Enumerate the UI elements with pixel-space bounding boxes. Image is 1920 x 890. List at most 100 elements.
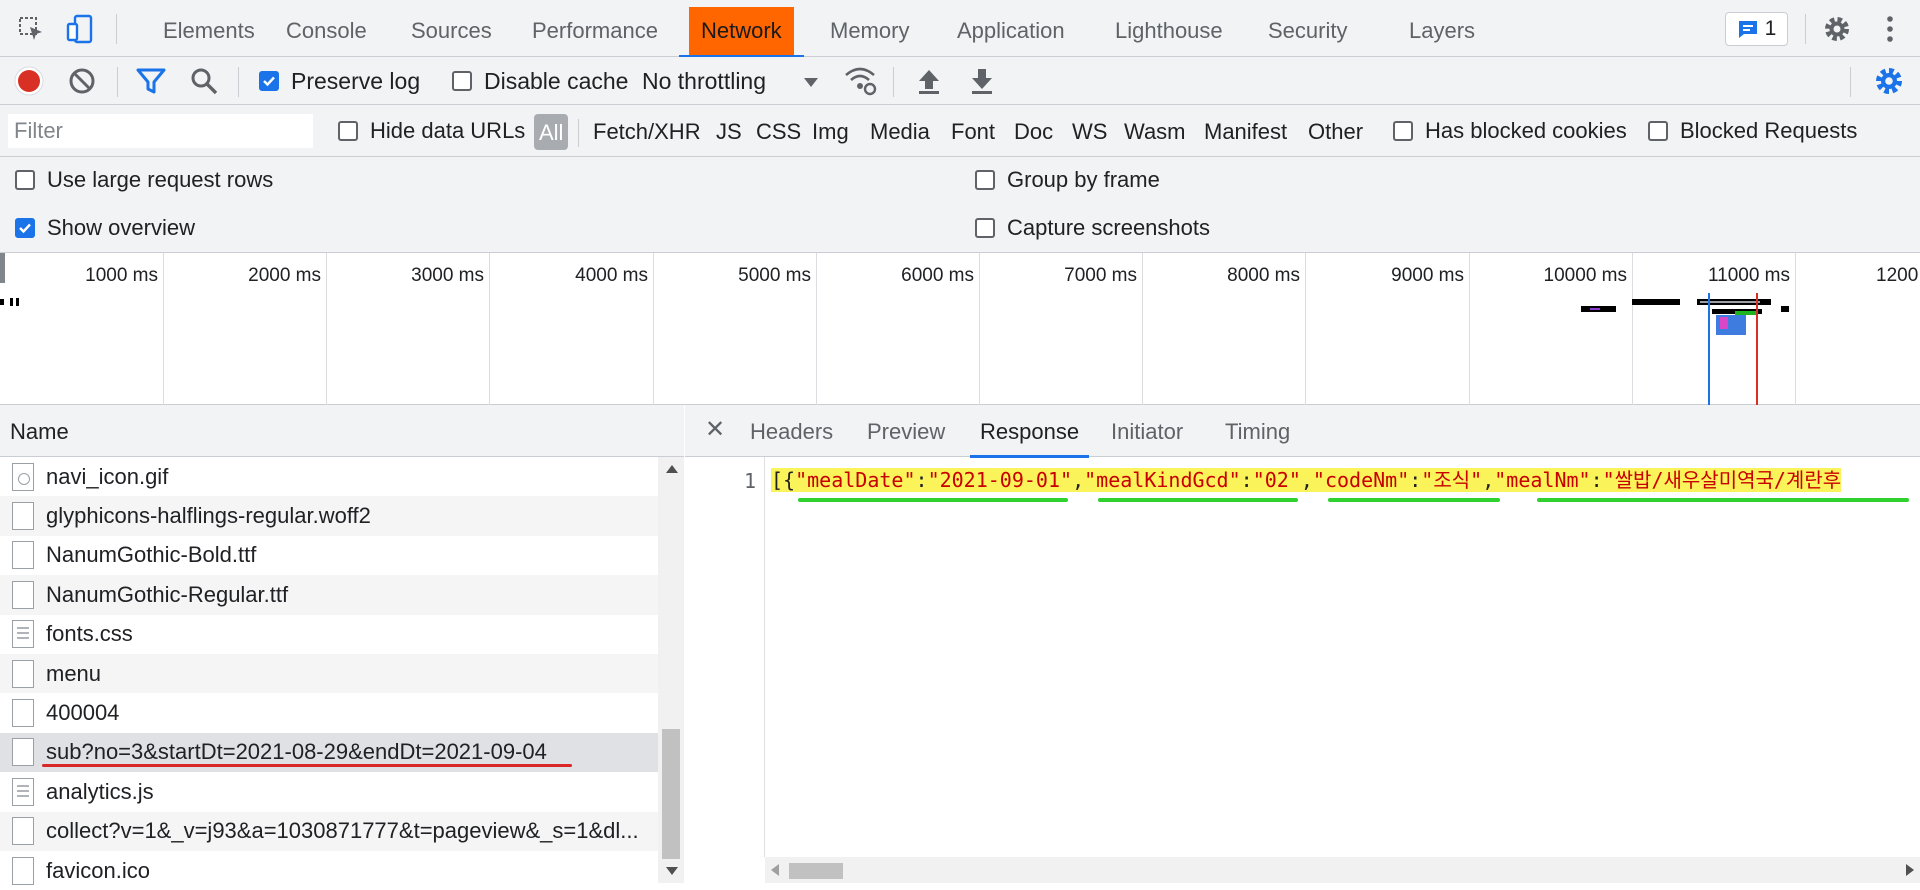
overview-gridline [1795, 253, 1796, 405]
tab-sources[interactable]: Sources [399, 0, 504, 57]
tab-memory[interactable]: Memory [818, 0, 921, 57]
filter-type-img[interactable]: Img [812, 115, 849, 149]
tab-headers[interactable]: Headers [750, 405, 833, 457]
tab-initiator[interactable]: Initiator [1111, 405, 1183, 457]
has-blocked-cookies-checkbox[interactable]: Has blocked cookies [1393, 114, 1627, 148]
checkbox-unchecked [1648, 121, 1668, 141]
filter-type-fetch-xhr[interactable]: Fetch/XHR [593, 115, 701, 149]
request-list-scrollbar[interactable] [658, 457, 684, 883]
separator [893, 67, 894, 97]
throttling-value: No throttling [642, 67, 767, 94]
annotation-red-underline [42, 764, 572, 767]
line-number-gutter: 1 [685, 457, 765, 857]
disable-cache-checkbox[interactable]: Disable cache [452, 64, 628, 98]
scroll-left-arrow-icon[interactable] [771, 864, 779, 876]
network-settings-gear-icon[interactable] [1873, 64, 1905, 98]
image-file-icon [12, 462, 34, 491]
filter-type-font[interactable]: Font [951, 115, 995, 149]
filter-type-wasm[interactable]: Wasm [1124, 115, 1186, 149]
response-horizontal-scrollbar[interactable] [765, 857, 1920, 883]
overview-gridline [816, 253, 817, 405]
separator [1805, 14, 1806, 44]
network-conditions-icon[interactable] [843, 64, 877, 98]
close-icon[interactable]: ✕ [700, 415, 730, 445]
line-number: 1 [743, 469, 756, 493]
code-value: "02" [1252, 468, 1301, 492]
request-list-pane: Name navi_icon.gif glyphicons-halflings-… [0, 405, 684, 885]
blocked-requests-checkbox[interactable]: Blocked Requests [1648, 114, 1857, 148]
issues-button[interactable]: 1 [1725, 12, 1788, 46]
import-har-icon[interactable] [915, 64, 943, 98]
code-value: "2021-09-01" [927, 468, 1073, 492]
table-row[interactable]: NanumGothic-Regular.ttf [0, 575, 658, 615]
filter-type-css[interactable]: CSS [756, 115, 801, 149]
table-row[interactable]: analytics.js [0, 772, 658, 811]
large-rows-checkbox[interactable]: Use large request rows [15, 163, 273, 197]
annotation-green-underline [1537, 498, 1909, 502]
scroll-up-arrow-icon[interactable] [666, 465, 678, 473]
table-row[interactable]: collect?v=1&_v=j93&a=1030871777&t=pagevi… [0, 811, 658, 851]
gear-icon[interactable] [1820, 12, 1854, 46]
table-row[interactable]: glyphicons-halflings-regular.woff2 [0, 496, 658, 536]
filter-type-doc[interactable]: Doc [1014, 115, 1053, 149]
scroll-down-arrow-icon[interactable] [666, 867, 678, 875]
request-name: fonts.css [46, 621, 133, 647]
more-vert-icon[interactable] [1873, 12, 1907, 46]
table-row[interactable]: menu [0, 653, 658, 694]
tab-performance[interactable]: Performance [520, 0, 670, 57]
tab-security[interactable]: Security [1256, 0, 1359, 57]
filter-type-media[interactable]: Media [870, 115, 930, 149]
response-code-line[interactable]: [{"mealDate":"2021-09-01","mealKindGcd":… [771, 465, 1920, 495]
filter-input[interactable] [8, 114, 313, 148]
network-overview[interactable]: 1000 ms 2000 ms 3000 ms 4000 ms 5000 ms … [0, 253, 1920, 405]
tab-timing[interactable]: Timing [1225, 405, 1290, 457]
table-row[interactable]: 400004 [0, 693, 658, 732]
filter-type-ws[interactable]: WS [1072, 115, 1107, 149]
scrollbar-thumb[interactable] [662, 729, 680, 859]
dropdown-arrow-icon [804, 68, 819, 94]
code-comma: , [1300, 468, 1313, 492]
export-har-icon[interactable] [968, 64, 996, 98]
tab-lighthouse[interactable]: Lighthouse [1103, 0, 1235, 57]
preserve-log-checkbox[interactable]: Preserve log [259, 64, 420, 98]
search-icon[interactable] [189, 64, 219, 98]
clear-icon[interactable] [67, 64, 97, 98]
filter-icon[interactable] [135, 64, 167, 98]
tab-preview[interactable]: Preview [867, 405, 945, 457]
filter-type-js[interactable]: JS [716, 115, 742, 149]
overview-gridline [1632, 253, 1633, 405]
table-row[interactable]: fonts.css [0, 615, 658, 654]
capture-screenshots-checkbox[interactable]: Capture screenshots [975, 211, 1210, 245]
inspect-element-icon[interactable] [14, 12, 48, 46]
scrollbar-thumb[interactable] [789, 863, 843, 879]
record-button[interactable] [12, 64, 46, 98]
filter-type-manifest[interactable]: Manifest [1204, 115, 1287, 149]
checkbox-checked [259, 71, 279, 91]
device-toolbar-icon[interactable] [63, 12, 97, 46]
overview-handle[interactable] [0, 253, 5, 283]
show-overview-checkbox[interactable]: Show overview [15, 211, 195, 245]
filter-type-other[interactable]: Other [1308, 115, 1363, 149]
code-colon: : [1409, 468, 1422, 492]
table-row[interactable]: navi_icon.gif [0, 457, 658, 496]
filter-type-all[interactable]: All [534, 114, 569, 150]
overview-request-bar [1720, 317, 1728, 329]
tab-application[interactable]: Application [945, 0, 1077, 57]
network-toolbar: Preserve log Disable cache No throttling [0, 57, 1920, 105]
overview-request-bar [1781, 306, 1789, 312]
code-comma: , [1072, 468, 1085, 492]
tab-console[interactable]: Console [274, 0, 379, 57]
document-file-icon [12, 659, 34, 688]
throttling-select[interactable]: No throttling [642, 64, 819, 98]
name-column-header[interactable]: Name [0, 405, 684, 457]
tab-layers[interactable]: Layers [1397, 0, 1487, 57]
table-row[interactable]: NanumGothic-Bold.ttf [0, 536, 658, 575]
tab-response[interactable]: Response [969, 405, 1090, 458]
table-row[interactable]: favicon.ico [0, 851, 658, 890]
tab-network[interactable]: Network [679, 0, 804, 58]
checkbox-checked [15, 218, 35, 238]
hide-data-urls-checkbox[interactable]: Hide data URLs [338, 114, 525, 148]
group-by-frame-checkbox[interactable]: Group by frame [975, 163, 1160, 197]
tab-elements[interactable]: Elements [151, 0, 267, 57]
scroll-right-arrow-icon[interactable] [1906, 864, 1914, 876]
